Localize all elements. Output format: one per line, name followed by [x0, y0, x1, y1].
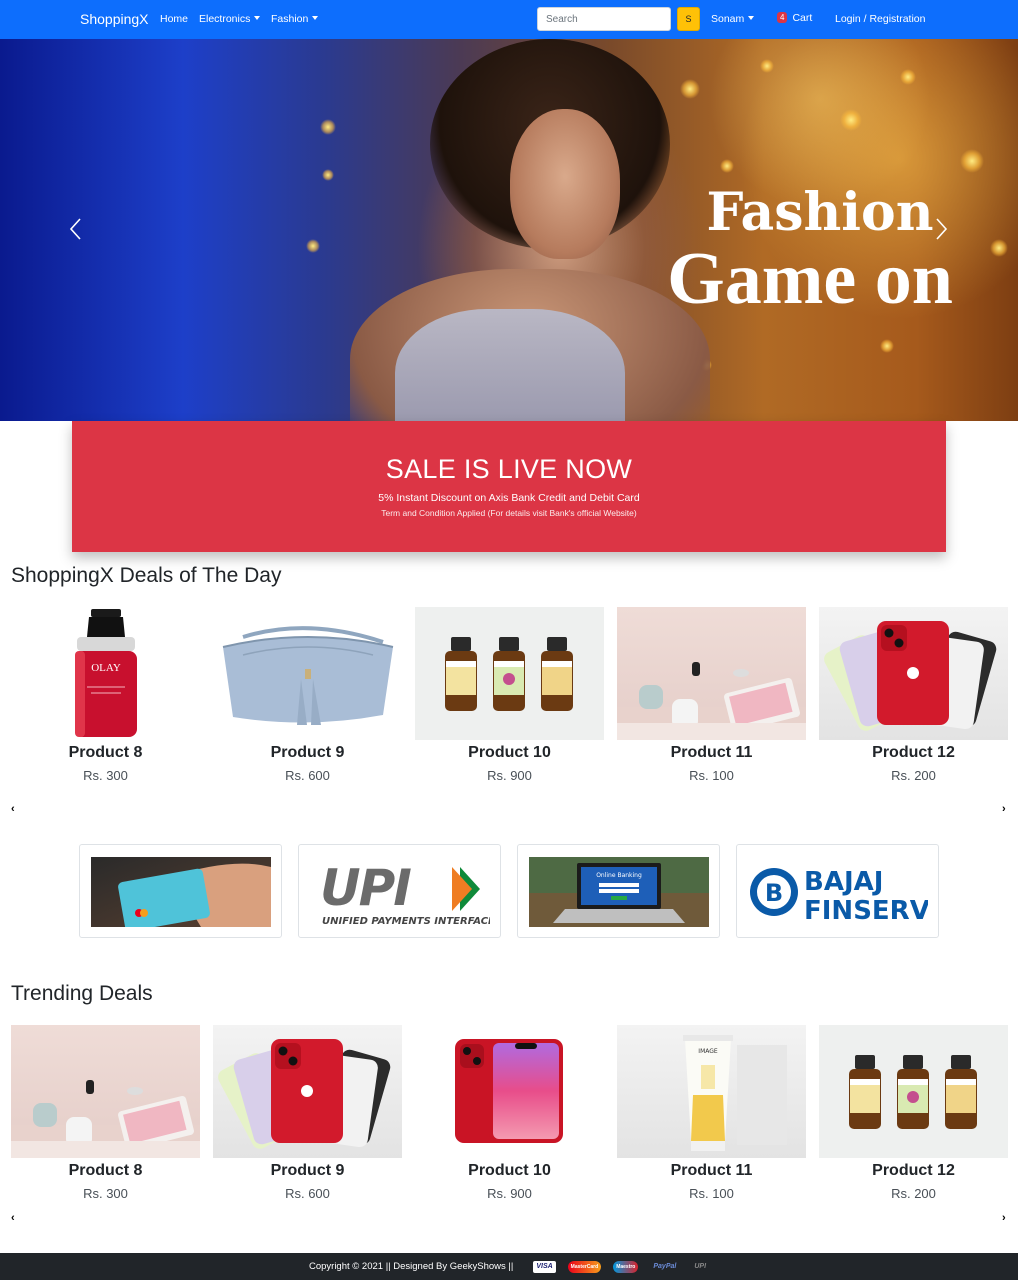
search-input[interactable] [537, 7, 671, 31]
product-price: Rs. 600 [285, 768, 330, 783]
finserv-text: FINSERV [804, 896, 928, 926]
product-price: Rs. 300 [83, 1186, 128, 1201]
product-card[interactable]: Product 10 Rs. 900 [415, 1025, 604, 1201]
deals-prev-button[interactable]: ‹ [11, 803, 15, 815]
footer-copyright: Copyright © 2021 || Designed By GeekySho… [308, 1261, 514, 1272]
smart-home-devices-image [617, 607, 806, 740]
svg-text:OLAY: OLAY [91, 662, 121, 674]
product-price: Rs. 100 [689, 1186, 734, 1201]
product-name: Product 11 [670, 744, 753, 761]
product-card[interactable]: Product 12 Rs. 200 [819, 607, 1008, 783]
product-name: Product 10 [468, 1162, 551, 1179]
product-name: Product 9 [270, 1162, 345, 1179]
footer: Copyright © 2021 || Designed By GeekySho… [0, 1253, 1018, 1280]
essential-oil-bottles-image [819, 1025, 1008, 1158]
upi-logo-caption: UNIFIED PAYMENTS INTERFACE [322, 916, 490, 927]
hero-heading-line1: Fashion [706, 182, 934, 243]
smart-home-devices-image [11, 1025, 200, 1158]
deals-section-title: ShoppingX Deals of The Day [11, 564, 282, 587]
nav-home[interactable]: Home [160, 13, 188, 25]
sale-banner: SALE IS LIVE NOW 5% Instant Discount on … [72, 421, 946, 552]
maestro-icon: Maestro [613, 1260, 639, 1273]
product-price: Rs. 900 [487, 768, 532, 783]
product-name: Product 12 [872, 1162, 955, 1179]
brand-logo[interactable]: ShoppingX [80, 11, 149, 27]
hero-carousel: Fashion Game on [0, 39, 1018, 421]
product-price: Rs. 200 [891, 1186, 936, 1201]
cart-link[interactable]: 4 Cart [777, 12, 812, 24]
product-name: Product 8 [68, 1162, 143, 1179]
blue-handbag-image [213, 607, 402, 740]
chevron-left-icon [69, 218, 81, 240]
trending-prev-button[interactable]: ‹ [11, 1212, 15, 1224]
product-card[interactable]: Product 10 Rs. 900 [415, 607, 604, 783]
nav-fashion-dropdown[interactable]: Fashion [271, 13, 319, 25]
mastercard-icon: MasterCard [567, 1260, 602, 1273]
deals-next-button[interactable]: › [1002, 803, 1006, 815]
top-navbar: ShoppingX Home Electronics Fashion S Son… [0, 0, 1018, 39]
essential-oil-bottles-image [415, 607, 604, 740]
carousel-prev-button[interactable] [68, 215, 84, 243]
product-card[interactable]: OLAY Product 8 Rs. 300 [11, 607, 200, 783]
product-name: Product 9 [270, 744, 345, 761]
product-price: Rs. 600 [285, 1186, 330, 1201]
product-card[interactable]: Product 11 Rs. 100 [617, 607, 806, 783]
red-iphone-image [819, 607, 1008, 740]
product-card[interactable]: Product 8 Rs. 300 [11, 1025, 200, 1201]
red-iphone-image [213, 1025, 402, 1158]
product-price: Rs. 300 [83, 768, 128, 783]
product-card[interactable]: Product 9 Rs. 600 [213, 1025, 402, 1201]
bajaj-text: BAJAJ [804, 867, 883, 897]
nav-fashion-label: Fashion [271, 13, 309, 25]
user-menu-dropdown[interactable]: Sonam [711, 13, 755, 25]
visa-icon: VISA [533, 1260, 556, 1273]
chevron-down-icon [254, 16, 261, 20]
hero-heading-line2: Game on [667, 238, 953, 320]
upi-logo-card: UPI UNIFIED PAYMENTS INTERFACE [298, 844, 501, 938]
nav-electronics-label: Electronics [199, 13, 251, 25]
cart-count-badge: 4 [777, 12, 788, 23]
svg-text:B: B [765, 879, 783, 907]
online-banking-card: Online Banking [517, 844, 720, 938]
trending-next-button[interactable]: › [1002, 1212, 1006, 1224]
cart-label: Cart [792, 12, 813, 24]
upi-logo: UPI UNIFIED PAYMENTS INTERFACE [310, 857, 490, 927]
product-name: Product 11 [670, 1162, 753, 1179]
payment-card-photo [79, 844, 282, 938]
paypal-icon: PayPal [653, 1262, 677, 1270]
chevron-down-icon [748, 16, 755, 20]
bajaj-finserv-logo: B BAJAJ FINSERV [748, 857, 928, 927]
credit-card-image [91, 857, 271, 927]
trending-section-title: Trending Deals [11, 982, 153, 1005]
product-price: Rs. 200 [891, 768, 936, 783]
sale-terms-note: Term and Condition Applied (For details … [381, 508, 637, 518]
chevron-down-icon [312, 16, 319, 20]
sale-title: SALE IS LIVE NOW [385, 454, 633, 484]
product-card[interactable]: Product 12 Rs. 200 [819, 1025, 1008, 1201]
olay-serum-bottle-image: OLAY [11, 607, 200, 740]
bajaj-finserv-card: B BAJAJ FINSERV [736, 844, 939, 938]
product-name: Product 8 [68, 744, 143, 761]
online-banking-laptop-image: Online Banking [529, 857, 709, 927]
product-card[interactable]: IMAGE Product 11 Rs. 100 [617, 1025, 806, 1201]
product-card[interactable]: Product 9 Rs. 600 [213, 607, 402, 783]
product-name: Product 12 [872, 744, 955, 761]
login-registration-link[interactable]: Login / Registration [835, 13, 925, 25]
svg-text:IMAGE: IMAGE [698, 1048, 718, 1055]
upi-icon: UPI [694, 1262, 707, 1270]
product-price: Rs. 100 [689, 768, 734, 783]
sale-subtitle: 5% Instant Discount on Axis Bank Credit … [378, 492, 640, 504]
sunscreen-tube-image: IMAGE [617, 1025, 806, 1158]
product-price: Rs. 900 [487, 1186, 532, 1201]
red-iphone-front-back-image [415, 1025, 604, 1158]
upi-logo-text: UPI [320, 859, 411, 917]
search-button[interactable]: S [677, 7, 700, 31]
nav-electronics-dropdown[interactable]: Electronics [199, 13, 261, 25]
online-banking-text: Online Banking [596, 872, 642, 879]
user-name: Sonam [711, 13, 745, 25]
product-name: Product 10 [468, 744, 551, 761]
